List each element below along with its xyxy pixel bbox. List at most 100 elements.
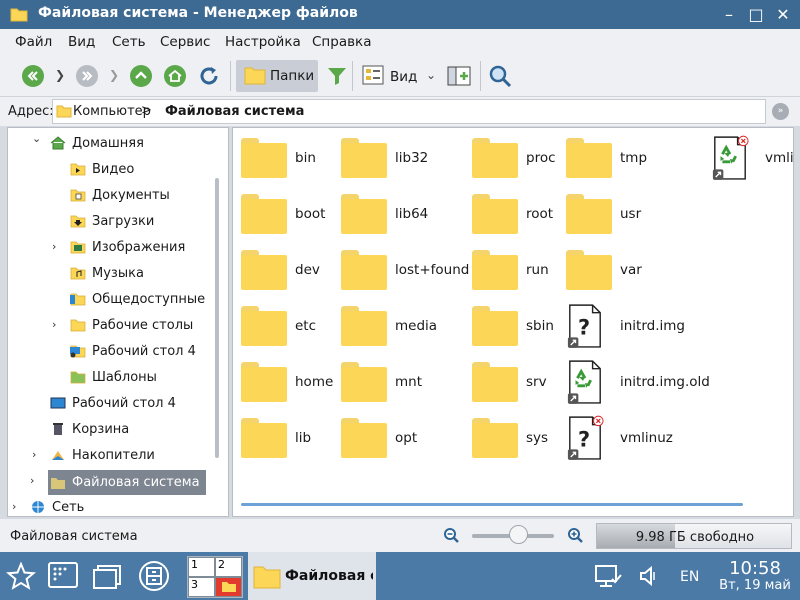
- tree-item[interactable]: › Файловая система: [30, 470, 206, 495]
- file-item[interactable]: initrd.img.old: [562, 358, 710, 408]
- folder-icon: [472, 138, 518, 178]
- back-button[interactable]: [20, 63, 46, 89]
- reload-button[interactable]: [196, 63, 222, 89]
- folder-icon: [241, 194, 287, 234]
- close-button[interactable]: ✕: [772, 3, 794, 25]
- file-item[interactable]: vmlinuz: [707, 134, 794, 184]
- task-file-manager[interactable]: Файловая система - Менеджер файлов: [248, 552, 376, 600]
- zoom-out-icon[interactable]: [443, 527, 459, 543]
- tree-item[interactable]: › Накопители: [32, 444, 155, 466]
- forward-button[interactable]: [74, 63, 100, 89]
- horizontal-scrollbar[interactable]: [241, 503, 743, 506]
- go-arrow-icon: »: [777, 106, 784, 116]
- go-button[interactable]: »: [772, 103, 789, 120]
- tree-item[interactable]: ⌄ Домашняя: [32, 132, 144, 154]
- up-button[interactable]: [128, 63, 154, 89]
- folder-icon: [56, 105, 72, 118]
- folder-item[interactable]: tmp: [562, 134, 702, 184]
- workspace-pager[interactable]: 1 2 3: [187, 556, 243, 598]
- forward-history-chevron-icon[interactable]: ❯: [109, 68, 119, 82]
- folder-icon: [472, 362, 518, 402]
- minimize-button[interactable]: –: [718, 3, 740, 25]
- folder-tree[interactable]: ⌄ Домашняя Видео Документы Загрузки › Изображе…: [7, 127, 229, 517]
- back-history-chevron-icon[interactable]: ❯: [55, 68, 65, 82]
- tree-item[interactable]: Загрузки: [70, 210, 154, 232]
- downloads-folder-icon: [70, 214, 86, 228]
- menu-view[interactable]: Вид: [68, 34, 95, 50]
- file-item[interactable]: ? initrd.img: [562, 302, 702, 352]
- tree-item[interactable]: › Изображения: [52, 236, 185, 258]
- folder-item[interactable]: media: [337, 302, 477, 352]
- menu-network[interactable]: Сеть: [112, 34, 146, 50]
- network-monitor-icon[interactable]: [594, 564, 624, 590]
- toolbar: ❯ ❯ Папки Вид ⌄: [0, 55, 800, 97]
- tree-item[interactable]: Видео: [70, 158, 134, 180]
- app-launcher-icon[interactable]: [47, 561, 79, 591]
- tree-scrollbar[interactable]: [215, 178, 219, 458]
- folder-item[interactable]: lib64: [337, 190, 477, 240]
- file-cabinet-icon[interactable]: [138, 560, 170, 592]
- expand-arrow-icon[interactable]: ›: [30, 474, 34, 487]
- folder-item[interactable]: var: [562, 246, 702, 296]
- expand-arrow-icon[interactable]: ›: [52, 240, 56, 253]
- folder-item[interactable]: lost+found: [337, 246, 477, 296]
- tree-item[interactable]: Рабочий стол 4: [50, 392, 176, 414]
- folder-icon: [341, 250, 387, 290]
- svg-text:?: ?: [578, 316, 590, 340]
- workspace-2[interactable]: 2: [215, 557, 242, 577]
- file-name: vmlinuz: [765, 150, 794, 166]
- maximize-button[interactable]: □: [745, 3, 767, 25]
- folders-toggle-button[interactable]: Папки: [236, 60, 318, 92]
- search-button[interactable]: [487, 63, 513, 89]
- tree-item[interactable]: Корзина: [50, 418, 129, 440]
- menu-settings[interactable]: Настройка: [225, 34, 301, 50]
- file-name: vmlinuz: [620, 430, 673, 446]
- tree-item[interactable]: › Рабочие столы: [52, 314, 193, 336]
- expand-arrow-icon[interactable]: ›: [52, 318, 56, 331]
- tree-item[interactable]: Документы: [70, 184, 170, 206]
- folder-item[interactable]: usr: [562, 190, 702, 240]
- folder-item[interactable]: opt: [337, 414, 477, 464]
- recycle-file-icon: [567, 360, 601, 404]
- view-list-icon: [362, 65, 384, 85]
- zoom-in-icon[interactable]: [567, 527, 583, 543]
- home-button[interactable]: [162, 63, 188, 89]
- file-item[interactable]: ? vmlinuz: [562, 414, 702, 464]
- volume-icon[interactable]: [638, 564, 662, 588]
- workspace-4[interactable]: [215, 577, 242, 597]
- folder-icon: [222, 582, 236, 592]
- menu-help[interactable]: Справка: [312, 34, 371, 50]
- menu-file[interactable]: Файл: [15, 34, 52, 50]
- view-mode-button[interactable]: Вид ⌄: [360, 63, 440, 89]
- zoom-slider-handle[interactable]: [509, 525, 528, 544]
- file-view[interactable]: bin lib32 proc tmp vmlinuz boot lib64 root usr de…: [232, 127, 794, 517]
- taskbar: 1 2 3 Файловая система - Менеджер файлов…: [0, 552, 800, 600]
- keyboard-layout[interactable]: EN: [680, 569, 699, 585]
- folder-icon: [241, 306, 287, 346]
- folders-label: Папки: [270, 68, 315, 84]
- filter-button[interactable]: [324, 63, 350, 89]
- menu-service[interactable]: Сервис: [160, 34, 210, 50]
- folder-icon: [566, 138, 612, 178]
- address-field[interactable]: Компьютер > Файловая система: [52, 99, 766, 124]
- expand-arrow-icon[interactable]: ›: [32, 448, 36, 461]
- folder-item[interactable]: mnt: [337, 358, 477, 408]
- workspace-1[interactable]: 1: [188, 557, 215, 577]
- tree-item[interactable]: Общедоступные: [70, 288, 205, 310]
- tree-item[interactable]: › Сеть: [12, 496, 84, 516]
- tree-item[interactable]: Рабочий стол 4: [70, 340, 196, 362]
- expand-arrow-icon[interactable]: ›: [12, 500, 16, 513]
- tree-item[interactable]: Шаблоны: [70, 366, 157, 388]
- collapse-arrow-icon[interactable]: ⌄: [32, 132, 41, 145]
- tree-item[interactable]: Музыка: [70, 262, 144, 284]
- folder-item[interactable]: lib32: [337, 134, 477, 184]
- workspace-3[interactable]: 3: [188, 577, 215, 597]
- file-name: initrd.img: [620, 318, 685, 334]
- breadcrumb-filesystem[interactable]: Файловая система: [165, 104, 304, 119]
- breadcrumb-computer[interactable]: Компьютер: [73, 104, 151, 119]
- breadcrumb-separator: >: [141, 103, 152, 118]
- start-menu-star-icon[interactable]: [6, 562, 36, 592]
- split-view-button[interactable]: [446, 63, 472, 89]
- clock[interactable]: 10:58 Вт, 19 май: [712, 560, 798, 594]
- windows-overview-icon[interactable]: [92, 562, 124, 592]
